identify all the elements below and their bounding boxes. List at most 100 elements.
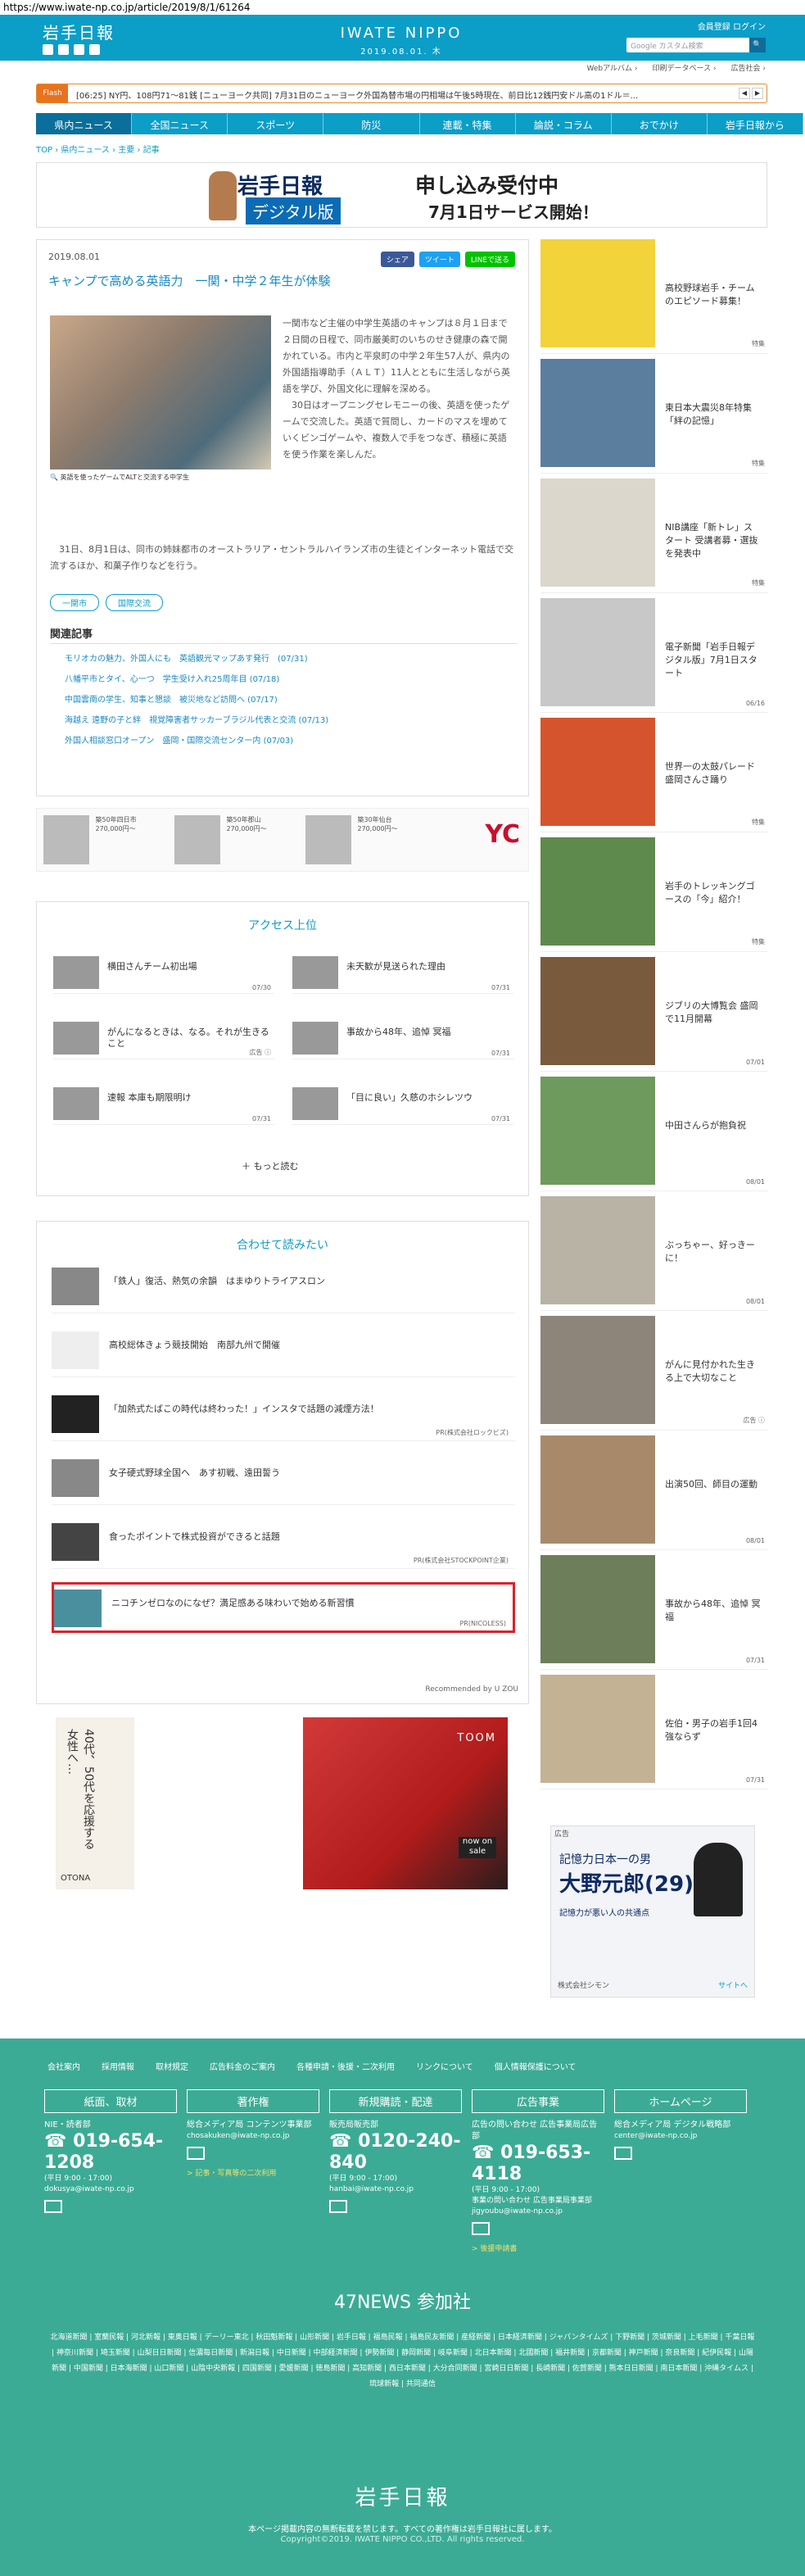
recommend-item[interactable]: 女子硬式野球全国へ あす初戦、遠田誓う	[52, 1454, 515, 1505]
nav-item-national[interactable]: 全国ニュース	[132, 113, 228, 134]
sidebar-item[interactable]: 電子新聞「岩手日報デジタル版」7月1日スタート 06/16	[540, 598, 768, 713]
sidebar-item[interactable]: 中田さんらが抱負祝 08/01	[540, 1077, 768, 1191]
search-input[interactable]: Google カスタム検索 🔍	[626, 38, 766, 52]
footer-contact-copyright: 著作権 総合メディア局 コンテンツ事業部 chosakuken@iwate-np…	[187, 2089, 319, 2178]
search-icon[interactable]: 🔍	[749, 38, 766, 52]
article-photo[interactable]	[50, 315, 271, 469]
47news-members[interactable]: 北海道新聞 | 室蘭民報 | 河北新報 | 東奥日報 | デーリー東北 | 秋田…	[49, 2330, 756, 2392]
email[interactable]: chosakuken@iwate-np.co.jp	[187, 2131, 319, 2142]
facebook-share-button[interactable]: シェア	[380, 252, 414, 267]
related-link[interactable]: モリオカの魅力、外国人にも 英語観光マップあす発行 (07/31)	[50, 649, 517, 669]
ranking-item[interactable]: 事故から48年、追悼 冥福 07/31	[292, 1017, 513, 1059]
recommend-item[interactable]: 「鉄人」復活、熱気の余韻 はまゆりトライアスロン	[52, 1263, 515, 1313]
ranking-item[interactable]: がんになるときは、なる。それが生きること 広告 ⓘ	[53, 1017, 274, 1059]
line-share-button[interactable]: LINEで送る	[464, 252, 515, 267]
ranking-item[interactable]: 速報 本庫も期限明け 07/31	[53, 1082, 274, 1125]
twitter-icon[interactable]	[43, 44, 53, 55]
related-link[interactable]: 中国雲南の学生、知事と懇談 被災地など訪問へ (07/17)	[50, 690, 517, 710]
tag-international[interactable]: 国際交流	[106, 594, 163, 611]
related-articles: 関連記事 モリオカの魅力、外国人にも 英語観光マップあす発行 (07/31) 八…	[50, 625, 517, 751]
footer-sub-link[interactable]: > 後援申請書	[472, 2243, 604, 2253]
footer-link[interactable]: 個人情報保護について	[495, 2060, 577, 2072]
sidebar-item[interactable]: 世界一の太鼓パレード 盛岡さんさ踊り 特集	[540, 718, 768, 832]
ad-site-link[interactable]: サイトへ	[718, 1980, 748, 1990]
ranking-item-date: 07/31	[491, 984, 510, 991]
phone-number[interactable]: ☎ 019-653-4118	[472, 2143, 604, 2185]
member-links[interactable]: 会員登録 ログイン	[698, 20, 766, 32]
recommend-item-highlighted[interactable]: ニコチンゼロなのになぜ？満足感ある味わいで始める新習慣 PR(NICOLESS)	[52, 1582, 515, 1633]
footer-link[interactable]: 採用情報	[102, 2060, 134, 2072]
email[interactable]: hanbai@iwate-np.co.jp	[329, 2184, 462, 2195]
housing-ad-strip[interactable]: 築50年四日市 270,000円～ 築50年郡山 270,000円～ 築30年仙台 2…	[36, 808, 529, 872]
cosmetic-ad[interactable]: TOOM now on sale	[303, 1717, 508, 1889]
mail-icon[interactable]	[187, 2147, 205, 2160]
more-button[interactable]: ＋ もっと読む	[242, 1159, 299, 1172]
recommend-item[interactable]: 「加熱式たばこの時代は終わった！」インスタで話題の減煙方法！ PR(株式会社ロッ…	[52, 1390, 515, 1441]
breadcrumb[interactable]: TOP › 県内ニュース › 主要 › 記事	[36, 143, 160, 155]
mail-icon[interactable]	[44, 2200, 62, 2213]
phone-number[interactable]: ☎ 0120-240-840	[329, 2131, 462, 2174]
footer-link[interactable]: 会社案内	[47, 2060, 80, 2072]
mail-icon[interactable]	[614, 2147, 632, 2160]
twitter-share-button[interactable]: ツイート	[418, 252, 460, 267]
nav-item-local[interactable]: 県内ニュース	[36, 113, 133, 134]
mail-icon[interactable]	[329, 2200, 347, 2213]
sidebar-item[interactable]: NIB講座「新トレ」スタート 受講者募・選抜を発表中 特集	[540, 478, 768, 593]
ranking-item[interactable]: 横田さんチーム初出場 07/30	[53, 951, 274, 994]
nav-item-disaster[interactable]: 防災	[323, 113, 420, 134]
sidebar-item[interactable]: 佐伯・男子の岩手1回4強ならず 07/31	[540, 1675, 768, 1789]
tag-ichinoseki[interactable]: 一関市	[50, 594, 99, 611]
nav-item-from-iwate[interactable]: 岩手日報から	[708, 113, 803, 134]
email[interactable]: 事業の問い合わせ 広告事業局事業部 jigyoubu@iwate-np.co.j…	[472, 2196, 604, 2217]
next-arrow-icon[interactable]: ▶	[752, 88, 763, 99]
mail-icon[interactable]	[472, 2222, 490, 2235]
footer-link[interactable]: 広告料金のご案内	[210, 2060, 275, 2072]
nav-item-outing[interactable]: おでかけ	[612, 113, 708, 134]
recommend-item[interactable]: 高校総体きょう競技開始 南部九州で開催	[52, 1327, 515, 1377]
phone-number[interactable]: ☎ 019-654-1208	[44, 2131, 177, 2174]
ad-cell[interactable]: 築30年仙台 270,000円～	[305, 815, 428, 864]
sidebar-image	[540, 1077, 655, 1185]
sidebar-item[interactable]: がんに見付かれた生きる上で大切なこと 広告 ⓘ	[540, 1316, 768, 1431]
sub-link-album[interactable]: Webアルバム ›	[587, 62, 638, 73]
related-link[interactable]: 八幡平市とタイ、心一つ 学生受け入れ25周年目 (07/18)	[50, 669, 517, 690]
sidebar-item[interactable]: ジブリの大博覧会 盛岡で11月開幕 07/01	[540, 957, 768, 1072]
sidebar-item[interactable]: 出演50回、師目の運動 08/01	[540, 1435, 768, 1550]
sidebar-ad[interactable]: 広告 記憶力日本一の男 大野元郎(29) 記憶力が悪い人の共通点 株式会社シモン…	[550, 1825, 755, 1998]
sub-link-database[interactable]: 印刷データベース ›	[653, 62, 717, 73]
prev-arrow-icon[interactable]: ◀	[739, 88, 750, 99]
instagram-icon[interactable]	[89, 44, 100, 55]
footer-link[interactable]: リンクについて	[416, 2060, 473, 2072]
sidebar-item[interactable]: 高校野球岩手・チームのエピソード募集！ 特集	[540, 239, 768, 354]
nav-item-editorial[interactable]: 論説・コラム	[516, 113, 612, 134]
site-logo[interactable]: 岩手日報	[43, 20, 115, 43]
related-link[interactable]: 外国人相談窓口オープン 盛岡・国際交流センター内 (07/03)	[50, 731, 517, 751]
footer-link[interactable]: 各種申請・後援・二次利用	[296, 2060, 395, 2072]
footer-sub-link[interactable]: > 記事・写真等の二次利用	[187, 2167, 319, 2178]
url-bar[interactable]: https://www.iwate-np.co.jp/article/2019/…	[0, 0, 805, 15]
ad-cell[interactable]: 築50年郡山 270,000円～	[174, 815, 297, 864]
email[interactable]: dokusya@iwate-np.co.jp	[44, 2184, 177, 2195]
nav-item-features[interactable]: 連載・特集	[420, 113, 516, 134]
recommend-item[interactable]: 食ったポイントで株式投資ができると話題 PR(株式会社STOCKPOINT企業)	[52, 1518, 515, 1569]
sub-link-ad[interactable]: 広告社会 ›	[731, 62, 766, 73]
flash-text[interactable]: [06:25] NY円、108円71～81銭 [ニューヨーク共同] 7月31日の…	[76, 88, 723, 101]
recommend-powered-by[interactable]: Recommended by U ZOU	[425, 1685, 518, 1694]
facebook-icon[interactable]	[58, 44, 69, 55]
ranking-item[interactable]: 「目に良い」久慈のホシレツウ 07/31	[292, 1082, 513, 1125]
youtube-icon[interactable]	[74, 44, 84, 55]
sidebar-item[interactable]: 東日本大震災8年特集「絆の記憶」 特集	[540, 359, 768, 474]
otona-ad[interactable]: 40代、50代を応援する女性へ… OTONA	[56, 1717, 252, 1889]
sidebar-item[interactable]: ぶっちゃー、好っきーに！ 08/01	[540, 1196, 768, 1311]
sidebar-item[interactable]: 事故から48年、追悼 冥福 07/31	[540, 1555, 768, 1670]
ranking-item[interactable]: 未天歓が見送られた理由 07/31	[292, 951, 513, 994]
center-logo[interactable]: IWATE NIPPO	[319, 25, 483, 42]
ad-cell[interactable]: 築50年四日市 270,000円～	[43, 815, 166, 864]
sidebar-item[interactable]: 岩手のトレッキングゴースの「今」紹介！ 特集	[540, 837, 768, 952]
related-link[interactable]: 海越え 遠野の子と絆 視覚障害者サッカーブラジル代表と交流 (07/13)	[50, 710, 517, 731]
footer-link[interactable]: 取材規定	[156, 2060, 188, 2072]
nav-item-sports[interactable]: スポーツ	[228, 113, 324, 134]
footer-logo[interactable]: 岩手日報	[0, 2481, 805, 2511]
email[interactable]: center@iwate-np.co.jp	[614, 2131, 747, 2142]
digital-edition-banner[interactable]: 岩手日報 デジタル版 申し込み受付中 7月1日サービス開始！	[36, 162, 767, 228]
